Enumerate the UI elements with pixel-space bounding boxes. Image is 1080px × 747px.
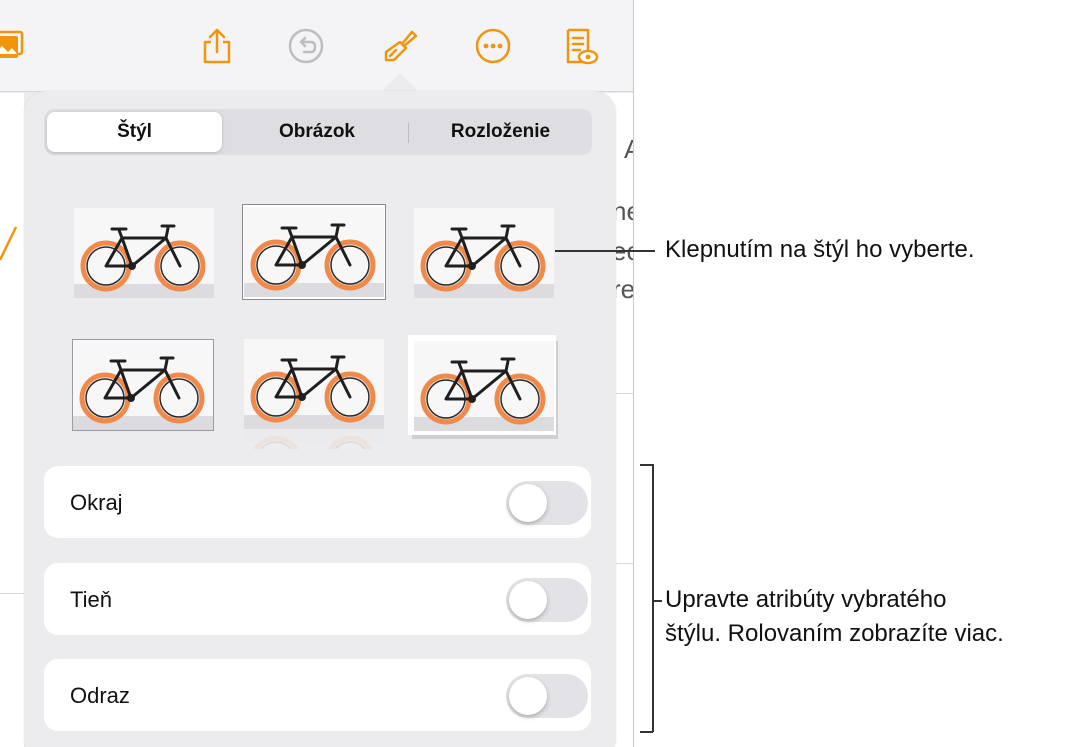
border-row[interactable]: Okraj: [44, 466, 591, 538]
format-tabs: Štýl Obrázok Rozloženie: [44, 109, 592, 155]
style-preset-1[interactable]: [74, 208, 214, 298]
undo-icon[interactable]: [286, 26, 326, 66]
callout-select-style: Klepnutím na štýl ho vyberte.: [665, 236, 975, 263]
callout-leader-line: [652, 600, 662, 602]
callout-bracket: [652, 464, 654, 732]
style-preset-6[interactable]: [408, 335, 560, 441]
toggle-knob: [509, 581, 547, 619]
callout-leader-line: [555, 250, 655, 252]
document-shape-fragment: [0, 226, 18, 261]
style-preset-3[interactable]: [414, 208, 554, 298]
shadow-label: Tieň: [70, 587, 112, 612]
tab-image[interactable]: Obrázok: [226, 112, 408, 152]
format-brush-icon[interactable]: [380, 26, 420, 66]
tab-divider: [408, 123, 409, 143]
callout-bracket-bottom: [640, 731, 653, 733]
reflection-label: Odraz: [70, 683, 130, 708]
share-icon[interactable]: [197, 26, 237, 66]
format-popover: Štýl Obrázok Rozloženie Okraj Tieň Odraz: [24, 91, 616, 747]
more-icon[interactable]: [473, 26, 513, 66]
media-icon[interactable]: [0, 26, 26, 66]
shadow-row[interactable]: Tieň: [44, 563, 591, 635]
shadow-toggle[interactable]: [506, 578, 588, 622]
border-label: Okraj: [70, 490, 123, 515]
reflection-row[interactable]: Odraz: [44, 659, 591, 731]
reading-view-icon[interactable]: [560, 26, 600, 66]
callout-adjust-line-1: Upravte atribúty vybratého: [665, 586, 947, 613]
tab-arrange[interactable]: Rozloženie: [412, 112, 589, 152]
toolbar: [0, 0, 633, 92]
style-preset-2[interactable]: [242, 204, 386, 300]
reflection-toggle[interactable]: [506, 674, 588, 718]
document-page-left: [0, 93, 24, 747]
tab-style[interactable]: Štýl: [47, 112, 222, 152]
toggle-knob: [509, 677, 547, 715]
document-text-fragment: A: [624, 134, 633, 165]
style-preset-5[interactable]: [244, 339, 384, 449]
border-toggle[interactable]: [506, 481, 588, 525]
callout-adjust-line-2: štýlu. Rolovaním zobrazíte viac.: [665, 620, 1004, 647]
toggle-knob: [509, 484, 547, 522]
style-preset-4[interactable]: [72, 339, 214, 431]
ipad-screen: A ne ec re Štýl Obrázok Rozloženie: [0, 0, 634, 747]
